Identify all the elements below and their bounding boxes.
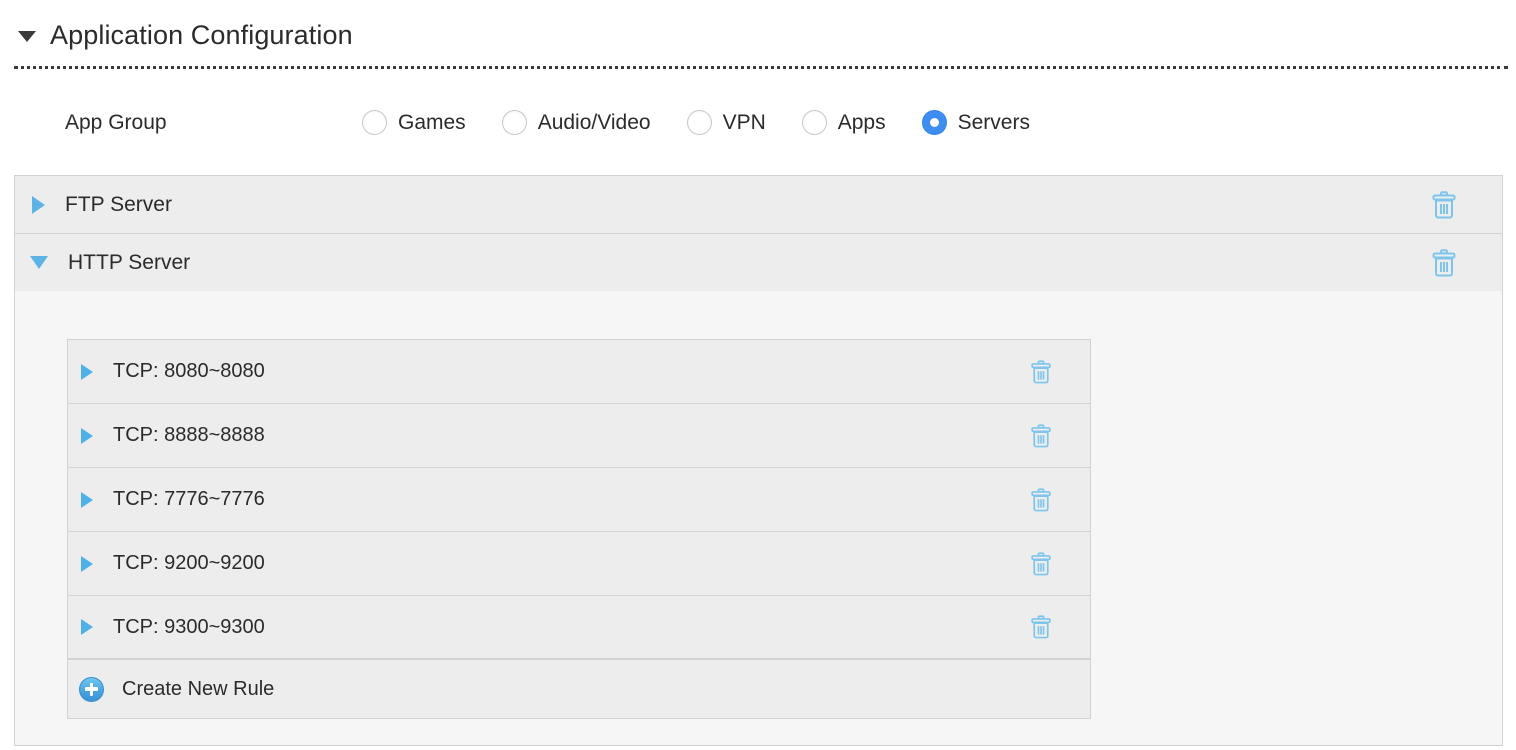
trash-icon[interactable] xyxy=(1030,487,1052,512)
triangle-right-icon[interactable] xyxy=(81,427,93,444)
triangle-right-icon[interactable] xyxy=(32,195,45,214)
trash-icon[interactable] xyxy=(1431,248,1457,277)
create-new-rule-button[interactable]: Create New Rule xyxy=(67,659,1091,719)
rule-row[interactable]: TCP: 9200~9200 xyxy=(67,531,1091,595)
application-row-ftp-server[interactable]: FTP Server xyxy=(14,175,1503,233)
app-group-radio-list: Games Audio/Video VPN Apps Servers xyxy=(362,110,1030,135)
radio-circle-icon[interactable] xyxy=(501,110,527,135)
app-group-row: App Group Games Audio/Video VPN Apps Ser… xyxy=(0,100,1516,145)
application-configuration-page: Application Configuration App Group Game… xyxy=(0,0,1516,750)
trash-icon[interactable] xyxy=(1030,359,1052,384)
radio-circle-icon[interactable] xyxy=(686,110,712,135)
radio-circle-icon[interactable] xyxy=(362,110,387,135)
trash-icon[interactable] xyxy=(1431,190,1457,219)
triangle-right-icon[interactable] xyxy=(81,363,93,380)
rule-name: TCP: 9200~9200 xyxy=(113,552,265,574)
trash-icon[interactable] xyxy=(1030,615,1052,639)
rule-name: TCP: 9300~9300 xyxy=(113,615,265,638)
rule-name: TCP: 8888~8888 xyxy=(113,424,265,446)
application-list: FTP Server HTTP Server TCP: 8080~8080 TC… xyxy=(14,175,1503,746)
rule-row[interactable]: TCP: 7776~7776 xyxy=(67,467,1091,531)
rule-row[interactable]: TCP: 9300~9300 xyxy=(67,595,1091,659)
radio-label: Servers xyxy=(957,110,1030,134)
application-row-http-server[interactable]: HTTP Server xyxy=(14,233,1503,291)
radio-circle-selected-icon[interactable] xyxy=(921,110,947,135)
plus-circle-icon[interactable] xyxy=(79,676,104,702)
application-name: HTTP Server xyxy=(68,250,191,274)
trash-icon[interactable] xyxy=(1030,423,1052,448)
page-title: Application Configuration xyxy=(50,19,353,50)
rule-name: TCP: 7776~7776 xyxy=(113,488,265,510)
header-divider xyxy=(14,66,1508,69)
radio-circle-icon[interactable] xyxy=(801,110,827,135)
radio-option-servers[interactable]: Servers xyxy=(921,110,1030,135)
triangle-down-icon[interactable] xyxy=(18,31,36,42)
radio-option-audio-video[interactable]: Audio/Video xyxy=(501,110,651,135)
radio-label: Audio/Video xyxy=(537,110,651,134)
create-new-rule-label: Create New Rule xyxy=(122,677,275,700)
rule-row[interactable]: TCP: 8080~8080 xyxy=(67,339,1091,403)
radio-option-vpn[interactable]: VPN xyxy=(686,110,766,135)
application-name: FTP Server xyxy=(65,192,172,216)
triangle-right-icon[interactable] xyxy=(81,491,93,508)
radio-option-games[interactable]: Games xyxy=(362,110,466,135)
radio-label: Apps xyxy=(837,110,886,134)
triangle-down-icon[interactable] xyxy=(30,256,48,269)
application-body-http-server: TCP: 8080~8080 TCP: 8888~8888 TCP: 7776~… xyxy=(14,291,1503,746)
section-header[interactable]: Application Configuration xyxy=(0,12,1516,58)
radio-label: Games xyxy=(398,110,466,134)
rules-list: TCP: 8080~8080 TCP: 8888~8888 TCP: 7776~… xyxy=(67,339,1091,719)
rule-row[interactable]: TCP: 8888~8888 xyxy=(67,403,1091,467)
trash-icon[interactable] xyxy=(1030,551,1052,576)
radio-option-apps[interactable]: Apps xyxy=(801,110,886,135)
radio-label: VPN xyxy=(722,110,766,134)
rule-name: TCP: 8080~8080 xyxy=(113,360,265,382)
triangle-right-icon[interactable] xyxy=(81,619,93,635)
triangle-right-icon[interactable] xyxy=(81,555,93,572)
app-group-label: App Group xyxy=(65,110,167,134)
